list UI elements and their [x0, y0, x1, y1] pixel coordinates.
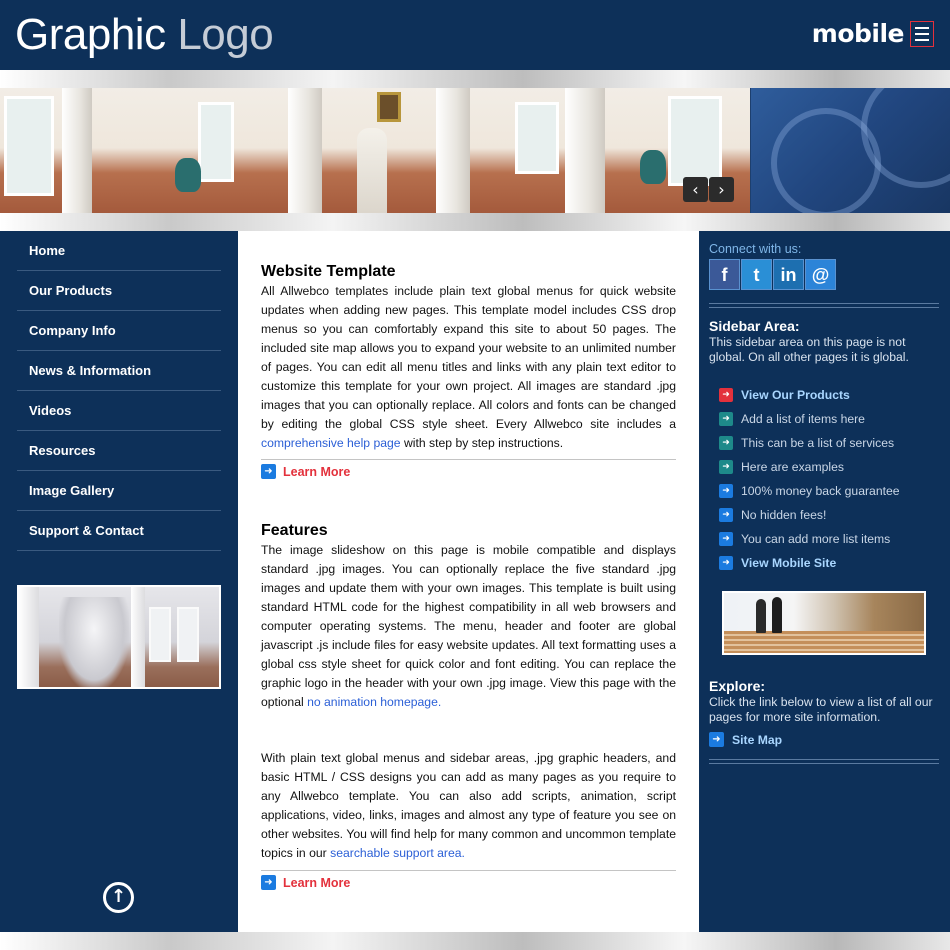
- right-sidebar: Connect with us: f t in @ Sidebar Area: …: [699, 231, 950, 932]
- nav-item-image-gallery[interactable]: Image Gallery: [17, 471, 221, 511]
- footer-bar: [0, 932, 950, 950]
- nav-item-label: Our Products: [29, 283, 113, 298]
- statue: [357, 128, 387, 213]
- sidebar-link-more-items[interactable]: ➜ You can add more list items: [719, 527, 900, 551]
- section-title-features: Features: [261, 522, 328, 539]
- arrow-right-icon: ➜: [719, 556, 733, 570]
- hamburger-icon[interactable]: [910, 21, 934, 47]
- facebook-icon[interactable]: f: [709, 259, 740, 290]
- divider: [261, 870, 676, 871]
- sidebar-link-no-fees[interactable]: ➜ No hidden fees!: [719, 503, 900, 527]
- nav-item-label: Support & Contact: [29, 523, 144, 538]
- nav-item-resources[interactable]: Resources: [17, 431, 221, 471]
- nav-item-videos[interactable]: Videos: [17, 391, 221, 431]
- slideshow-divider: [0, 213, 950, 231]
- nav-item-news[interactable]: News & Information: [17, 351, 221, 391]
- arrow-right-icon: ➜: [719, 412, 733, 426]
- sidebar-area-title: Sidebar Area:: [709, 318, 800, 334]
- sidebar-photo-stairs: [722, 591, 926, 655]
- nav-item-label: Home: [29, 243, 66, 258]
- logo-text-graphic: Graphic: [15, 10, 166, 59]
- nav-item-label: Company Info: [29, 323, 116, 338]
- arrow-right-icon: ➜: [719, 436, 733, 450]
- sidebar-link-list: ➜ View Our Products ➜ Add a list of items …: [719, 383, 900, 575]
- site-map-link[interactable]: ➜ Site Map: [709, 732, 782, 747]
- sidebar-photo-statue: [17, 585, 221, 689]
- sidebar-link-services[interactable]: ➜ This can be a list of services: [719, 431, 900, 455]
- section-text-website-template: All Allwebco templates include plain tex…: [261, 284, 676, 450]
- header: Graphic Logo mobile: [0, 0, 950, 70]
- arrow-right-icon: ➜: [719, 460, 733, 474]
- arrow-right-icon: ➜: [719, 532, 733, 546]
- linkedin-icon[interactable]: in: [773, 259, 804, 290]
- nav-item-home[interactable]: Home: [17, 231, 221, 271]
- slide-image-next: [751, 88, 950, 213]
- social-links: f t in @: [709, 259, 836, 290]
- page: Graphic Logo mobile ‹ › Home Our Product…: [0, 0, 950, 950]
- arrow-right-icon: ➜: [261, 875, 276, 890]
- site-map-label: Site Map: [732, 732, 783, 747]
- nav-item-our-products[interactable]: Our Products: [17, 271, 221, 311]
- mobile-menu-toggle[interactable]: mobile: [812, 19, 934, 49]
- divider: [261, 459, 676, 460]
- nav-item-label: Image Gallery: [29, 483, 115, 498]
- sidebar-link-guarantee[interactable]: ➜ 100% money back guarantee: [719, 479, 900, 503]
- no-animation-link[interactable]: no animation homepage.: [307, 695, 441, 709]
- nav-item-label: News & Information: [29, 363, 152, 378]
- left-sidebar: Home Our Products Company Info News & In…: [0, 231, 238, 932]
- nav-item-company-info[interactable]: Company Info: [17, 311, 221, 351]
- learn-more-button[interactable]: ➜ Learn More: [261, 875, 350, 890]
- chevron-left-icon[interactable]: ‹: [683, 177, 708, 202]
- help-page-link[interactable]: comprehensive help page: [261, 436, 401, 450]
- connect-label: Connect with us:: [709, 242, 802, 256]
- arrow-right-icon: ➜: [719, 484, 733, 498]
- arrow-right-icon: ➜: [719, 388, 733, 402]
- support-area-link[interactable]: searchable support area.: [330, 846, 465, 860]
- arrow-right-icon: ➜: [719, 508, 733, 522]
- explore-text: Click the link below to view a list of a…: [709, 695, 933, 724]
- sidebar-divider: [709, 303, 939, 308]
- sidebar-link-list-items[interactable]: ➜ Add a list of items here: [719, 407, 900, 431]
- main-content: Website Template All Allwebco templates …: [238, 231, 699, 932]
- email-icon[interactable]: @: [805, 259, 836, 290]
- painting: [377, 92, 401, 122]
- slide-image-gallery-hall: [0, 88, 750, 213]
- sidebar-link-mobile-site[interactable]: ➜ View Mobile Site: [719, 551, 900, 575]
- sidebar-link-view-products[interactable]: ➜ View Our Products: [719, 383, 900, 407]
- nav-item-label: Videos: [29, 403, 72, 418]
- learn-more-label: Learn More: [283, 464, 351, 479]
- learn-more-label: Learn More: [283, 875, 351, 890]
- section-title-website-template: Website Template: [261, 263, 396, 280]
- arrow-right-icon: ➜: [709, 732, 724, 747]
- chevron-right-icon[interactable]: ›: [709, 177, 734, 202]
- sidebar-area-text: This sidebar area on this page is not gl…: [709, 335, 909, 364]
- explore-title: Explore:: [709, 678, 766, 694]
- nav-item-label: Resources: [29, 443, 96, 458]
- twitter-icon[interactable]: t: [741, 259, 772, 290]
- section-text-global-menus: With plain text global menus and sidebar…: [261, 751, 676, 860]
- learn-more-button[interactable]: ➜ Learn More: [261, 464, 350, 479]
- site-logo[interactable]: Graphic Logo: [15, 8, 274, 62]
- main-nav: Home Our Products Company Info News & In…: [17, 231, 221, 551]
- logo-text-logo: Logo: [177, 10, 274, 59]
- nav-item-support-contact[interactable]: Support & Contact: [17, 511, 221, 551]
- mobile-label: mobile: [811, 19, 905, 48]
- sidebar-divider: [709, 759, 939, 764]
- arrow-up-icon[interactable]: ↑: [103, 882, 134, 913]
- header-divider: [0, 70, 950, 88]
- section-text-features: The image slideshow on this page is mobi…: [261, 543, 676, 709]
- sidebar-link-examples[interactable]: ➜ Here are examples: [719, 455, 900, 479]
- arrow-right-icon: ➜: [261, 464, 276, 479]
- image-slideshow: ‹ ›: [0, 88, 950, 213]
